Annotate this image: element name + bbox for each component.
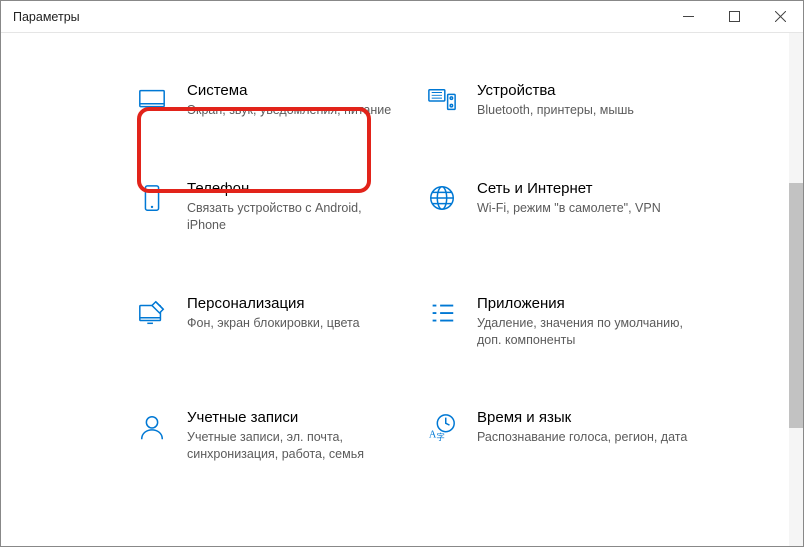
globe-icon bbox=[425, 181, 459, 215]
close-button[interactable] bbox=[757, 1, 803, 33]
system-icon bbox=[135, 83, 169, 117]
apps-icon bbox=[425, 296, 459, 330]
tile-title: Персонализация bbox=[187, 295, 403, 312]
personalization-icon bbox=[135, 296, 169, 330]
tile-desc: Распознавание голоса, регион, дата bbox=[477, 429, 693, 446]
tile-desc: Фон, экран блокировки, цвета bbox=[187, 315, 403, 332]
svg-text:字: 字 bbox=[436, 433, 444, 443]
tile-title: Время и язык bbox=[477, 409, 693, 426]
tile-title: Устройства bbox=[477, 82, 693, 99]
tile-title: Система bbox=[187, 82, 403, 99]
tile-phone[interactable]: Телефон Связать устройство с Android, iP… bbox=[129, 175, 409, 238]
tile-title: Сеть и Интернет bbox=[477, 180, 693, 197]
tile-title: Учетные записи bbox=[187, 409, 403, 426]
settings-grid: Система Экран, звук, уведомления, питани… bbox=[1, 33, 803, 487]
devices-icon bbox=[425, 83, 459, 117]
time-language-icon: A 字 bbox=[425, 410, 459, 444]
tile-system[interactable]: Система Экран, звук, уведомления, питани… bbox=[129, 77, 409, 123]
tile-desc: Связать устройство с Android, iPhone bbox=[187, 200, 403, 234]
tile-desc: Wi-Fi, режим "в самолете", VPN bbox=[477, 200, 693, 217]
phone-icon bbox=[135, 181, 169, 215]
window-controls bbox=[665, 1, 803, 33]
tile-desc: Удаление, значения по умолчанию, доп. ко… bbox=[477, 315, 693, 349]
scrollbar-thumb[interactable] bbox=[789, 183, 803, 428]
minimize-button[interactable] bbox=[665, 1, 711, 33]
tile-title: Телефон bbox=[187, 180, 403, 197]
tile-personalization[interactable]: Персонализация Фон, экран блокировки, цв… bbox=[129, 290, 409, 353]
maximize-button[interactable] bbox=[711, 1, 757, 33]
tile-time-language[interactable]: A 字 Время и язык Распознавание голоса, р… bbox=[419, 404, 699, 467]
tile-apps[interactable]: Приложения Удаление, значения по умолчан… bbox=[419, 290, 699, 353]
accounts-icon bbox=[135, 410, 169, 444]
content-area: Система Экран, звук, уведомления, питани… bbox=[1, 33, 803, 546]
tile-title: Приложения bbox=[477, 295, 693, 312]
titlebar: Параметры bbox=[1, 1, 803, 33]
tile-accounts[interactable]: Учетные записи Учетные записи, эл. почта… bbox=[129, 404, 409, 467]
window-title: Параметры bbox=[13, 10, 80, 24]
tile-devices[interactable]: Устройства Bluetooth, принтеры, мышь bbox=[419, 77, 699, 123]
tile-desc: Bluetooth, принтеры, мышь bbox=[477, 102, 693, 119]
tile-desc: Экран, звук, уведомления, питание bbox=[187, 102, 403, 119]
tile-network[interactable]: Сеть и Интернет Wi-Fi, режим "в самолете… bbox=[419, 175, 699, 238]
tile-desc: Учетные записи, эл. почта, синхронизация… bbox=[187, 429, 403, 463]
scrollbar[interactable] bbox=[789, 33, 803, 546]
